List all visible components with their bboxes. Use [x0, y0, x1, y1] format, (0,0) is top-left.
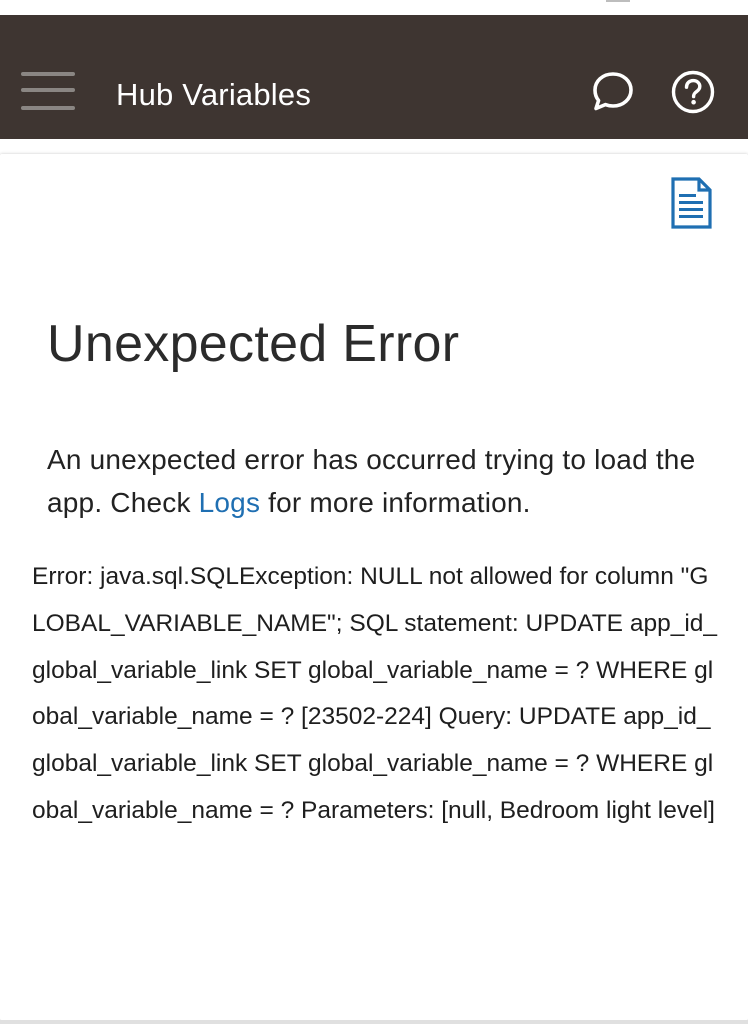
hamburger-menu-icon[interactable]	[21, 72, 75, 110]
error-card: Unexpected Error An unexpected error has…	[0, 154, 748, 1020]
chat-bubble-icon[interactable]	[592, 71, 634, 111]
status-bar	[0, 0, 748, 15]
question-circle-icon[interactable]	[671, 70, 715, 114]
app-bar: Hub Variables	[0, 15, 748, 139]
document-icon[interactable]	[670, 177, 712, 229]
error-message: An unexpected error has occurred trying …	[47, 438, 727, 524]
error-heading: Unexpected Error	[47, 315, 460, 373]
logs-link[interactable]: Logs	[199, 487, 261, 518]
error-message-suffix: for more information.	[260, 487, 531, 518]
error-details: Error: java.sql.SQLException: NULL not a…	[32, 563, 718, 824]
bottom-divider	[0, 1020, 748, 1024]
app-title: Hub Variables	[116, 77, 312, 112]
status-bar-indicator	[606, 0, 630, 2]
